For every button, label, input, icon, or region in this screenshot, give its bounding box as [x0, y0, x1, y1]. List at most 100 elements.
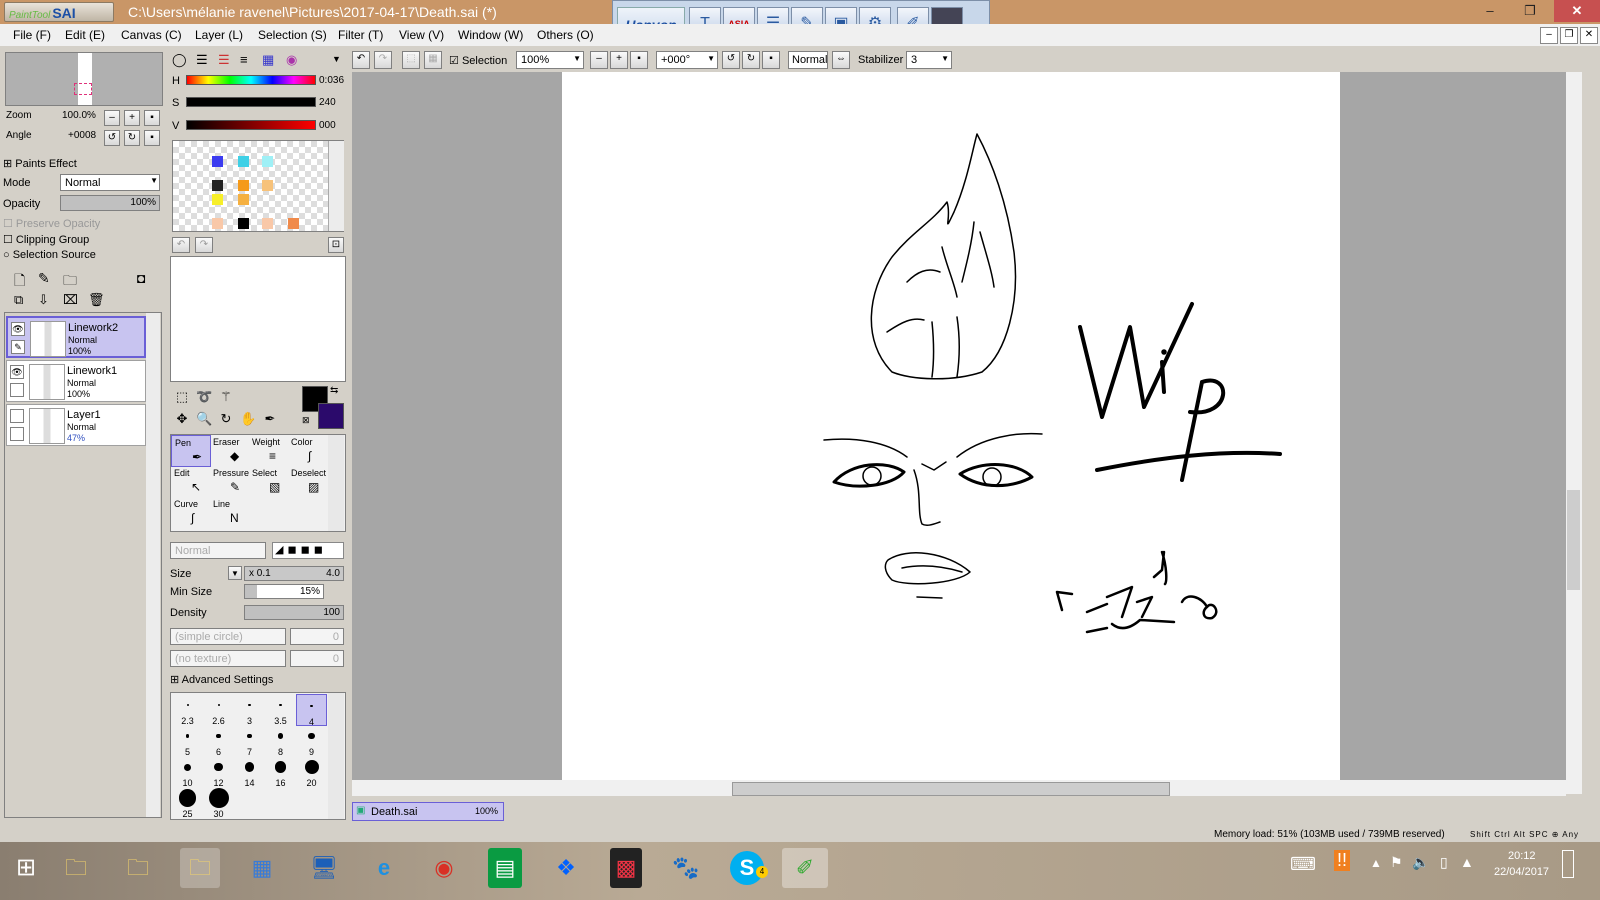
network-icon[interactable]: ▲	[1460, 854, 1474, 870]
brush-size-cell[interactable]: 5	[172, 725, 203, 757]
merge-down-icon[interactable]: ⇩	[38, 292, 49, 308]
swatch-grid[interactable]	[172, 140, 344, 232]
gradient-slider-icon[interactable]: ≡	[240, 52, 248, 67]
canvas-rotate-left-button[interactable]: ↺	[722, 51, 740, 69]
delete-layer-icon[interactable]: 🗑	[88, 292, 105, 308]
v-value[interactable]: 000	[319, 120, 336, 131]
document-tab[interactable]: ▣ Death.sai 100%	[352, 802, 504, 821]
zoom-out-button[interactable]: –	[104, 110, 120, 126]
brush-size-cell[interactable]: 2.6	[203, 694, 234, 726]
layer-visibility-toggle[interactable]: 👁	[10, 365, 24, 379]
mode-select[interactable]: Normal ▼	[60, 174, 160, 191]
rgb-slider-icon[interactable]: ☰	[196, 52, 208, 68]
zoom-in-button[interactable]: +	[124, 110, 140, 126]
color-wheel-icon[interactable]: ◯	[172, 52, 187, 68]
invert-selection-button[interactable]: ▦	[424, 51, 442, 69]
menu-view[interactable]: View (V)	[399, 28, 444, 42]
scratchpad-icon[interactable]: ◉	[286, 52, 297, 68]
swatch-scrollbar[interactable]	[328, 141, 344, 231]
size-multiplier-dropdown[interactable]: ▼	[228, 566, 242, 580]
brush-size-cell[interactable]: 12	[203, 756, 234, 788]
gimp-icon[interactable]: 🐾	[666, 848, 706, 888]
tool-curve[interactable]: Curve ∫	[171, 497, 211, 529]
canvas-blend-mode[interactable]: Normal	[788, 51, 828, 69]
layer-lock-toggle[interactable]	[10, 427, 24, 441]
color-swatch[interactable]	[238, 156, 249, 167]
tool-eraser[interactable]: Eraser ◆	[210, 435, 250, 467]
start-button-icon[interactable]: ⊞	[6, 848, 46, 888]
clock-date[interactable]: 22/04/2017	[1494, 866, 1549, 878]
brush-size-cell[interactable]: 3.5	[265, 694, 296, 726]
stabilizer-select[interactable]: 3 ▼	[906, 51, 952, 69]
canvas-paper[interactable]	[562, 72, 1340, 782]
min-size-slider[interactable]: 15%	[244, 584, 324, 599]
opacity-slider[interactable]: 100%	[60, 195, 160, 211]
panel-menu-icon[interactable]: ▼	[332, 54, 341, 64]
clock-time[interactable]: 20:12	[1508, 850, 1536, 862]
tool-select[interactable]: Select ▧	[249, 466, 289, 498]
brush-size-cell[interactable]: 8	[265, 725, 296, 757]
value-slider[interactable]	[186, 120, 316, 130]
layer-list-scrollbar[interactable]	[146, 313, 160, 817]
color-swatch[interactable]	[238, 180, 249, 191]
clipping-group-checkbox[interactable]: ☐ Clipping Group	[3, 233, 89, 246]
volume-icon[interactable]: 🔈	[1412, 854, 1429, 871]
paints-effect-header[interactable]: ⊞ Paints Effect	[3, 157, 77, 170]
file-explorer-icon[interactable]: 🗀	[56, 848, 96, 888]
brush-mode-select[interactable]: Normal	[170, 542, 266, 559]
brush-shape-amount[interactable]: 0	[290, 628, 344, 645]
deselect-button[interactable]: ⬚	[402, 51, 420, 69]
clear-layer-icon[interactable]: ⌧	[63, 292, 78, 308]
s-value[interactable]: 240	[319, 97, 336, 108]
canvas-zoom-reset-button[interactable]: ▪	[630, 51, 648, 69]
control-panel-icon[interactable]: ▦	[242, 848, 282, 888]
brush-texture-amount[interactable]: 0	[290, 650, 344, 667]
brush-size-cell[interactable]: 2.3	[172, 694, 203, 726]
layer-mask-icon[interactable]: ◘	[137, 270, 145, 286]
color-swatch[interactable]	[212, 156, 223, 167]
brush-edge-selector[interactable]: ◢◼◼◼	[272, 542, 344, 559]
keyboard-icon[interactable]: ⌨	[1290, 854, 1316, 875]
rect-select-icon[interactable]: ⬚	[174, 389, 190, 405]
brush-size-cell[interactable]: 9	[296, 725, 327, 757]
menu-filter[interactable]: Filter (T)	[338, 28, 383, 42]
copy-layer-icon[interactable]: ⧉	[14, 292, 23, 308]
transparent-color-icon[interactable]: ⊠	[302, 415, 310, 426]
brush-size-cell[interactable]: 10	[172, 756, 203, 788]
hand-icon[interactable]: ✋	[240, 411, 256, 427]
chevron-up-icon[interactable]: ▲	[1370, 856, 1382, 870]
new-folder-icon[interactable]: 🗀	[63, 270, 77, 294]
canvas-angle-select[interactable]: +000° ▼	[656, 51, 718, 69]
color-swatch[interactable]	[288, 218, 299, 229]
brush-size-cell[interactable]: 4	[296, 694, 327, 727]
brush-size-cell[interactable]: 16	[265, 756, 296, 788]
color-swatch[interactable]	[262, 180, 273, 191]
layer-lock-toggle[interactable]	[10, 383, 24, 397]
tool-weight[interactable]: Weight ≡	[249, 435, 289, 467]
brush-shape-select[interactable]: (simple circle)	[170, 628, 286, 645]
move-icon[interactable]: ✥	[174, 411, 190, 427]
flag-icon[interactable]: ⚑	[1390, 854, 1403, 871]
hue-slider[interactable]	[186, 75, 316, 85]
close-button[interactable]: ✕	[1554, 0, 1600, 22]
secondary-color-swatch[interactable]	[318, 403, 344, 429]
canvas-rotate-right-button[interactable]: ↻	[742, 51, 760, 69]
color-swatch[interactable]	[238, 194, 249, 205]
brush-size-cell[interactable]: 30	[203, 787, 234, 819]
eyedropper-icon[interactable]: ✒	[262, 411, 278, 427]
vertical-scrollbar[interactable]	[1566, 72, 1582, 794]
notification-center-icon[interactable]	[1562, 850, 1574, 878]
size-slider[interactable]: x 0.1 4.0	[244, 566, 344, 581]
h-value[interactable]: 0:036	[319, 75, 344, 86]
tool-pen[interactable]: Pen ✒	[171, 435, 211, 467]
color-swatch[interactable]	[238, 218, 249, 229]
rotate-left-button[interactable]: ↺	[104, 130, 120, 146]
undo-scratch-button[interactable]: ↶	[172, 237, 190, 253]
layer-row[interactable]: 👁 Linework1 Normal 100%	[6, 360, 146, 402]
layer-lock-toggle[interactable]: ✎	[11, 340, 25, 354]
lasso-icon[interactable]: ➰	[196, 389, 212, 405]
brush-texture-select[interactable]: (no texture)	[170, 650, 286, 667]
menu-selection[interactable]: Selection (S)	[258, 28, 327, 42]
brush-size-cell[interactable]: 25	[172, 787, 203, 819]
mdi-close-button[interactable]: ✕	[1580, 27, 1598, 44]
